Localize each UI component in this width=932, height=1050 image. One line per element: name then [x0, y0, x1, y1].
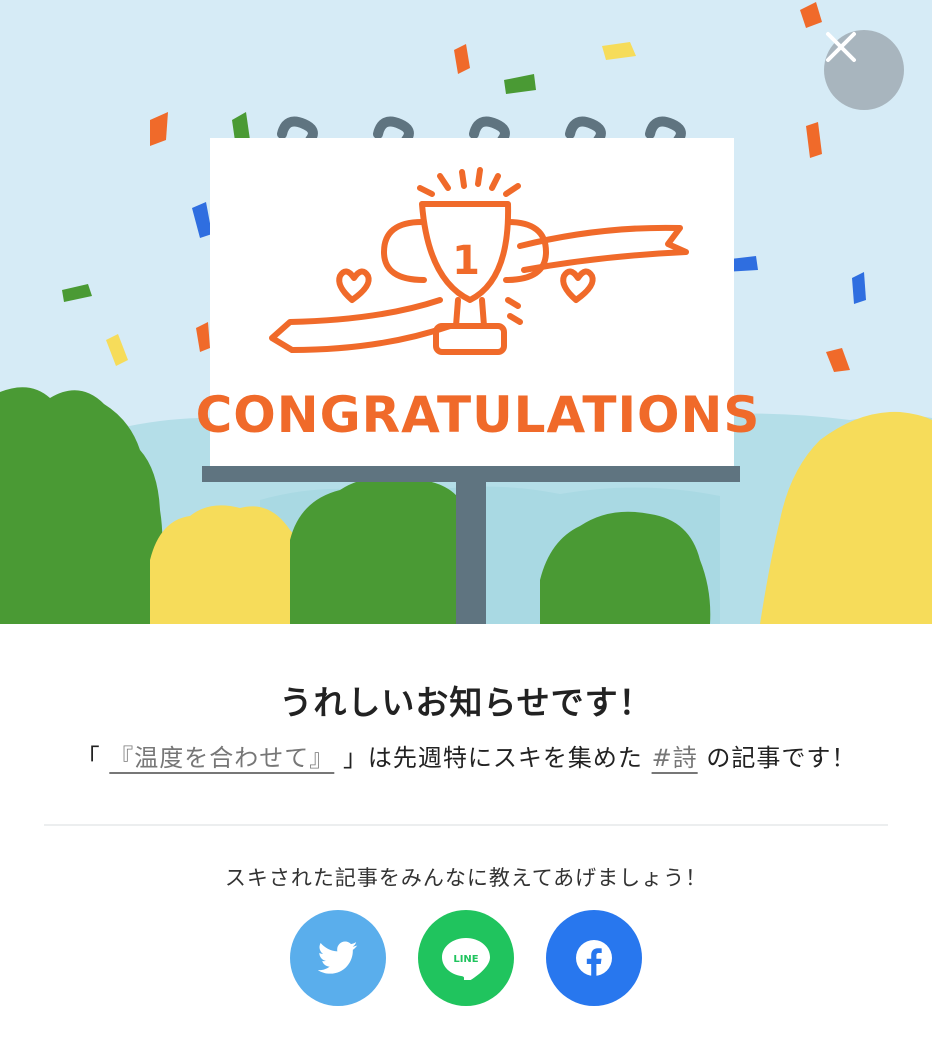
share-prompt: スキされた記事をみんなに教えてあげましょう！ — [224, 866, 708, 890]
article-title-link[interactable]: 『温度を合わせて』 — [109, 744, 334, 772]
facebook-icon — [576, 940, 612, 978]
divider — [44, 824, 888, 826]
close-button[interactable] — [824, 30, 904, 110]
line-icon-label: LINE — [453, 954, 478, 965]
notice-tail-text: の記事です！ — [706, 744, 857, 772]
close-icon — [826, 32, 856, 62]
line-share-button[interactable]: LINE — [418, 910, 514, 1006]
notice-subtitle: 「 『温度を合わせて』 」は先週特にスキを集めた #詩 の記事です！ — [0, 738, 932, 773]
congratulations-illustration: 1 CONGRATULATIONS — [0, 0, 932, 624]
hashtag-link[interactable]: #詩 — [652, 744, 698, 772]
notice-content: うれしいお知らせです！ 「 『温度を合わせて』 」は先週特にスキを集めた #詩 … — [0, 624, 932, 1050]
billboard-scene: 1 CONGRATULATIONS — [0, 0, 932, 624]
notice-title: うれしいお知らせです！ — [279, 683, 653, 722]
share-buttons: LINE — [0, 910, 932, 1006]
twitter-icon — [318, 941, 358, 974]
billboard-congratulations-text: CONGRATULATIONS — [196, 386, 761, 444]
trophy-rank: 1 — [452, 238, 480, 284]
congratulations-modal: 1 CONGRATULATIONS うれしいお知らせです！ 「 『温度を合わせて… — [0, 0, 932, 1050]
facebook-share-button[interactable] — [546, 910, 642, 1006]
twitter-share-button[interactable] — [290, 910, 386, 1006]
quote-open: 「 — [75, 744, 101, 772]
notice-middle-text: 」は先週特にスキを集めた — [342, 744, 643, 772]
line-icon: LINE — [442, 938, 490, 980]
